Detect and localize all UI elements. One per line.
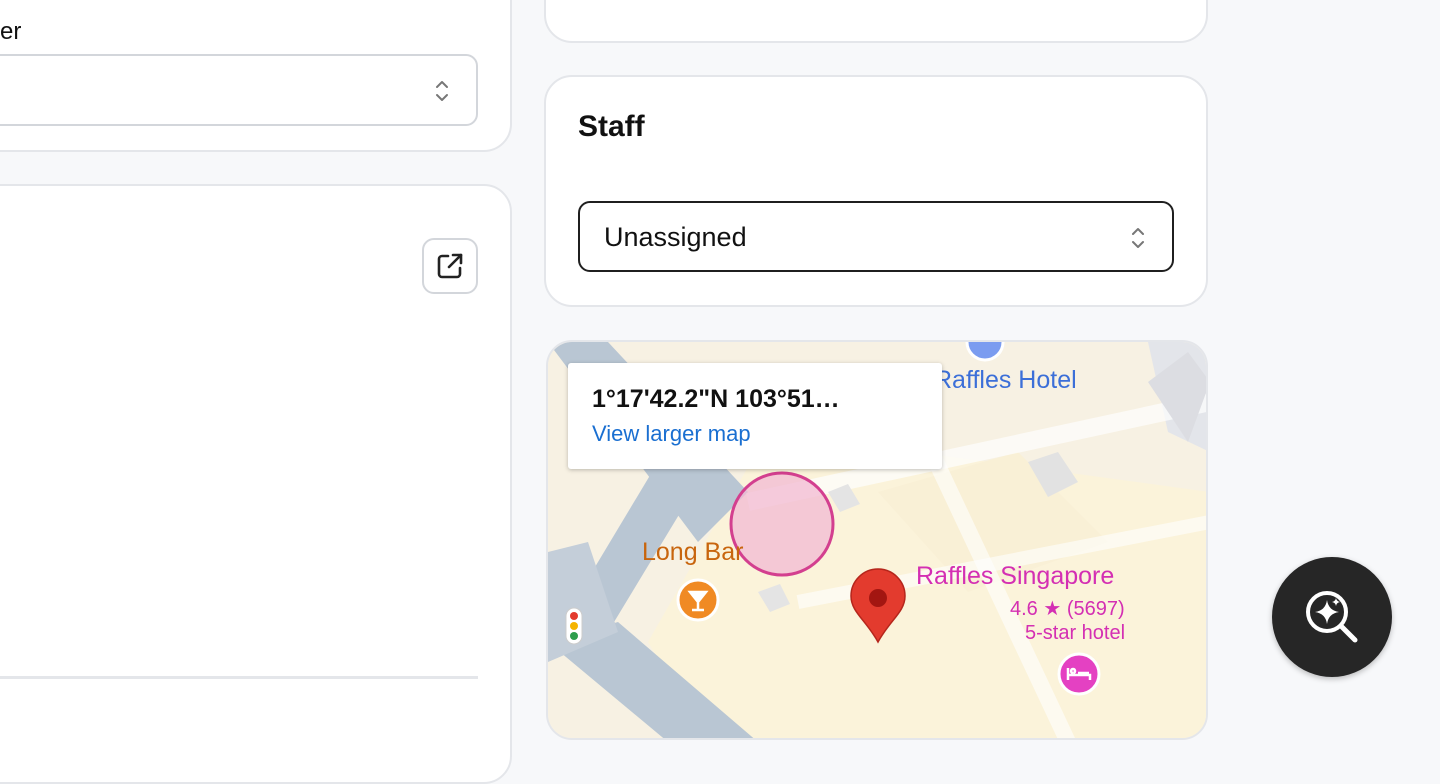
map-coordinates: 1°17'42.2"N 103°51… (592, 385, 840, 413)
owner-select[interactable] (0, 54, 478, 126)
external-link-icon (437, 253, 463, 279)
owner-field-label: er (0, 18, 22, 45)
place-rating: 4.6 ★ (5697) (1010, 598, 1125, 620)
place-label-raffles-hotel[interactable]: Raffles Hotel (934, 366, 1077, 395)
staff-title: Staff (578, 110, 645, 143)
place-label-long-bar[interactable]: Long Bar (642, 538, 743, 567)
staff-select-value: Unassigned (604, 222, 747, 252)
place-category: 5-star hotel (1025, 622, 1126, 644)
place-label-raffles-singapore[interactable]: Raffles Singapore (916, 562, 1114, 591)
chevron-updown-icon (436, 81, 448, 101)
location-map[interactable]: Raffles Hotel Long Bar Raffles Singapore… (546, 340, 1208, 740)
section-divider (0, 676, 478, 679)
view-larger-map-link[interactable]: View larger map (592, 421, 751, 447)
chevron-updown-icon (1132, 228, 1144, 248)
previous-card (544, 0, 1208, 43)
ai-search-button[interactable] (1272, 557, 1392, 677)
open-external-button[interactable] (422, 238, 478, 294)
ai-search-icon (1306, 591, 1358, 643)
staff-select[interactable]: Unassigned (578, 201, 1174, 272)
map-info-box: 1°17'42.2"N 103°51… View larger map (568, 363, 942, 469)
